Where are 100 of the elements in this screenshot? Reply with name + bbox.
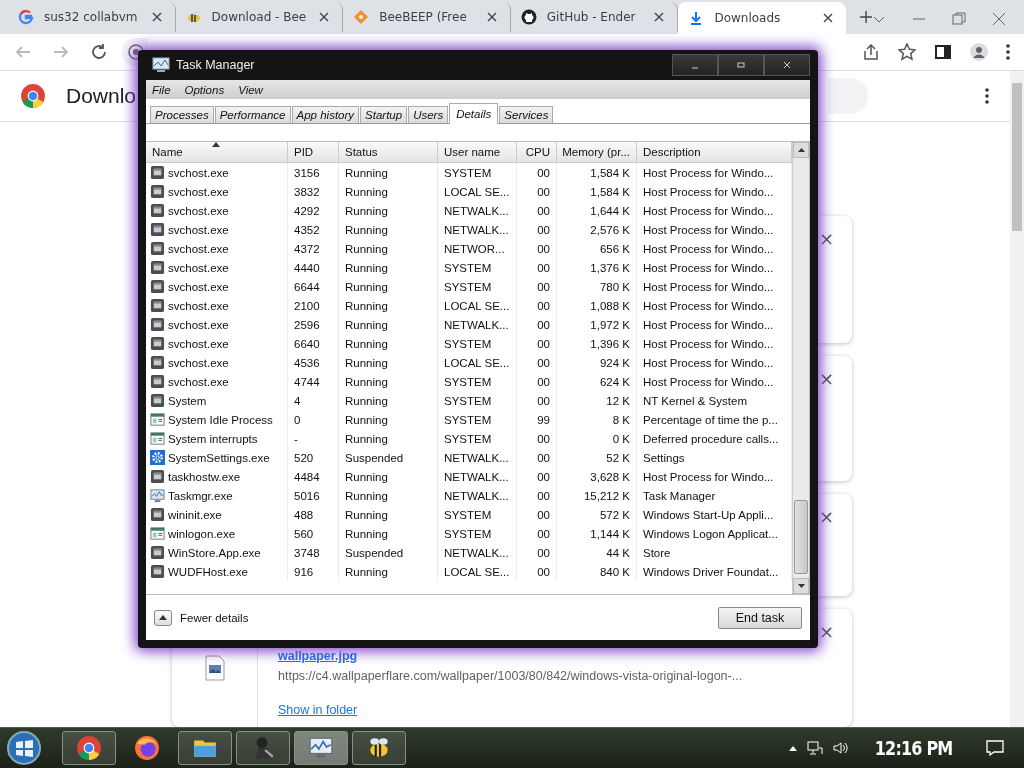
table-cell: Running [339, 562, 438, 581]
program-icon [150, 469, 165, 484]
tab[interactable]: Startup [360, 106, 408, 123]
table-cell: 00 [517, 277, 557, 296]
close-icon [783, 61, 791, 69]
tab[interactable]: App history [291, 106, 360, 123]
share-icon[interactable] [862, 43, 880, 61]
table-cell: Suspended [339, 448, 438, 467]
table-cell: NETWALK... [438, 315, 517, 334]
table-cell: 00 [517, 505, 557, 524]
close-icon[interactable] [992, 12, 1006, 26]
caret-up-icon[interactable] [788, 745, 797, 751]
table-cell: 780 K [557, 277, 637, 296]
collapse-button[interactable] [154, 609, 172, 626]
table-cell: 3156 [288, 163, 339, 182]
clock[interactable]: 12:16 PM [874, 736, 953, 760]
remove-button[interactable]: × [818, 228, 834, 249]
notification-icon[interactable] [986, 739, 1004, 757]
network-icon[interactable] [806, 740, 823, 756]
start-button[interactable] [6, 730, 42, 766]
menu-item[interactable]: File [152, 83, 171, 96]
table-cell: NETWALK... [438, 486, 517, 505]
taskbar-button[interactable] [62, 731, 116, 765]
table-cell: 00 [517, 372, 557, 391]
table-cell: 488 [288, 505, 339, 524]
file-url: https://c4.wallpaperflare.com/wallpaper/1003/80/842/windows-vista-original-logon-... [278, 669, 743, 683]
scrollbar[interactable] [1010, 71, 1024, 727]
table-cell: 52 K [557, 448, 637, 467]
maximize-button[interactable] [718, 54, 764, 76]
browser-tab[interactable]: GitHub - Ender [510, 2, 679, 32]
table-cell: Running [339, 410, 438, 429]
star-icon[interactable] [898, 43, 916, 61]
browser-tab[interactable]: Download - Bee [175, 2, 344, 32]
column-header[interactable]: Status [339, 142, 438, 162]
table-cell: - [288, 429, 339, 448]
process-name: svchost.exe [168, 204, 229, 217]
taskbar-button[interactable] [294, 731, 348, 765]
profile-icon[interactable] [970, 43, 988, 61]
table-cell: 4372 [288, 239, 339, 258]
tab[interactable]: Details [449, 103, 499, 124]
remove-button[interactable]: × [818, 368, 834, 389]
side-panel-icon[interactable] [934, 43, 952, 61]
new-tab-icon[interactable] [859, 10, 872, 24]
column-header[interactable]: PID [288, 142, 339, 162]
scroll-thumb[interactable] [794, 500, 808, 574]
table-cell: LOCAL SE... [438, 296, 517, 315]
column-header[interactable]: Name [146, 142, 288, 162]
table-cell: SYSTEM [438, 334, 517, 353]
remove-button[interactable]: × [818, 506, 834, 527]
table-cell: 99 [517, 410, 557, 429]
search-field[interactable] [828, 78, 868, 114]
end-task-button[interactable]: End task [718, 606, 802, 629]
tab[interactable]: Users [408, 106, 449, 123]
remove-button[interactable]: × [818, 621, 834, 642]
firefox-icon [134, 735, 160, 761]
taskbar-button[interactable] [236, 731, 290, 765]
page-title: Downlo [66, 84, 137, 108]
column-header[interactable]: Memory (pr... [557, 142, 637, 162]
show-in-folder-link[interactable]: Show in folder [278, 703, 358, 717]
down-arrow-icon [797, 584, 805, 588]
table-cell: Running [339, 220, 438, 239]
column-header[interactable]: CPU [517, 142, 557, 162]
table-cell: 4 [288, 391, 339, 410]
table-cell: 1,644 K [557, 201, 637, 220]
table-cell: 44 K [557, 543, 637, 562]
program-icon [150, 564, 165, 579]
menu-item[interactable]: View [238, 83, 263, 96]
table-cell: 00 [517, 334, 557, 353]
process-name: svchost.exe [168, 318, 229, 331]
browser-tab[interactable]: BeeBEEP (Free [343, 2, 511, 32]
scroll-up-button[interactable] [793, 142, 809, 158]
restore-icon[interactable] [952, 12, 966, 26]
table-cell: Running [339, 315, 438, 334]
volume-icon[interactable] [832, 740, 849, 756]
menu-item[interactable]: Options [184, 83, 225, 96]
chrome-icon [76, 735, 102, 761]
column-header[interactable]: User name [438, 142, 517, 162]
taskbar-button[interactable] [178, 731, 232, 765]
tab[interactable]: Processes [150, 106, 214, 123]
table-cell: LOCAL SE... [438, 182, 517, 201]
fewer-details-label[interactable]: Fewer details [180, 611, 249, 624]
browser-tab[interactable]: sus32 collabvm [8, 2, 176, 32]
table-cell: 1,584 K [557, 182, 637, 201]
tab[interactable]: Performance [214, 106, 291, 123]
taskbar-button[interactable] [352, 731, 406, 765]
process-name: Taskmgr.exe [168, 489, 233, 502]
tab[interactable]: Services [499, 106, 554, 123]
scroll-down-button[interactable] [793, 578, 809, 594]
window-title: Task Manager [176, 58, 255, 72]
menu-icon[interactable] [1006, 43, 1010, 61]
monitor-icon [308, 735, 334, 761]
table-cell: NETWALK... [438, 201, 517, 220]
table-cell: 3832 [288, 182, 339, 201]
file-link[interactable]: wallpaper.jpg [278, 649, 358, 663]
table-cell: Running [339, 505, 438, 524]
table-cell: 00 [517, 467, 557, 486]
reload-icon[interactable] [90, 43, 108, 61]
menu-icon[interactable] [984, 87, 990, 105]
table-cell: SYSTEM [438, 258, 517, 277]
browser-tab[interactable]: Downloads [678, 2, 846, 34]
